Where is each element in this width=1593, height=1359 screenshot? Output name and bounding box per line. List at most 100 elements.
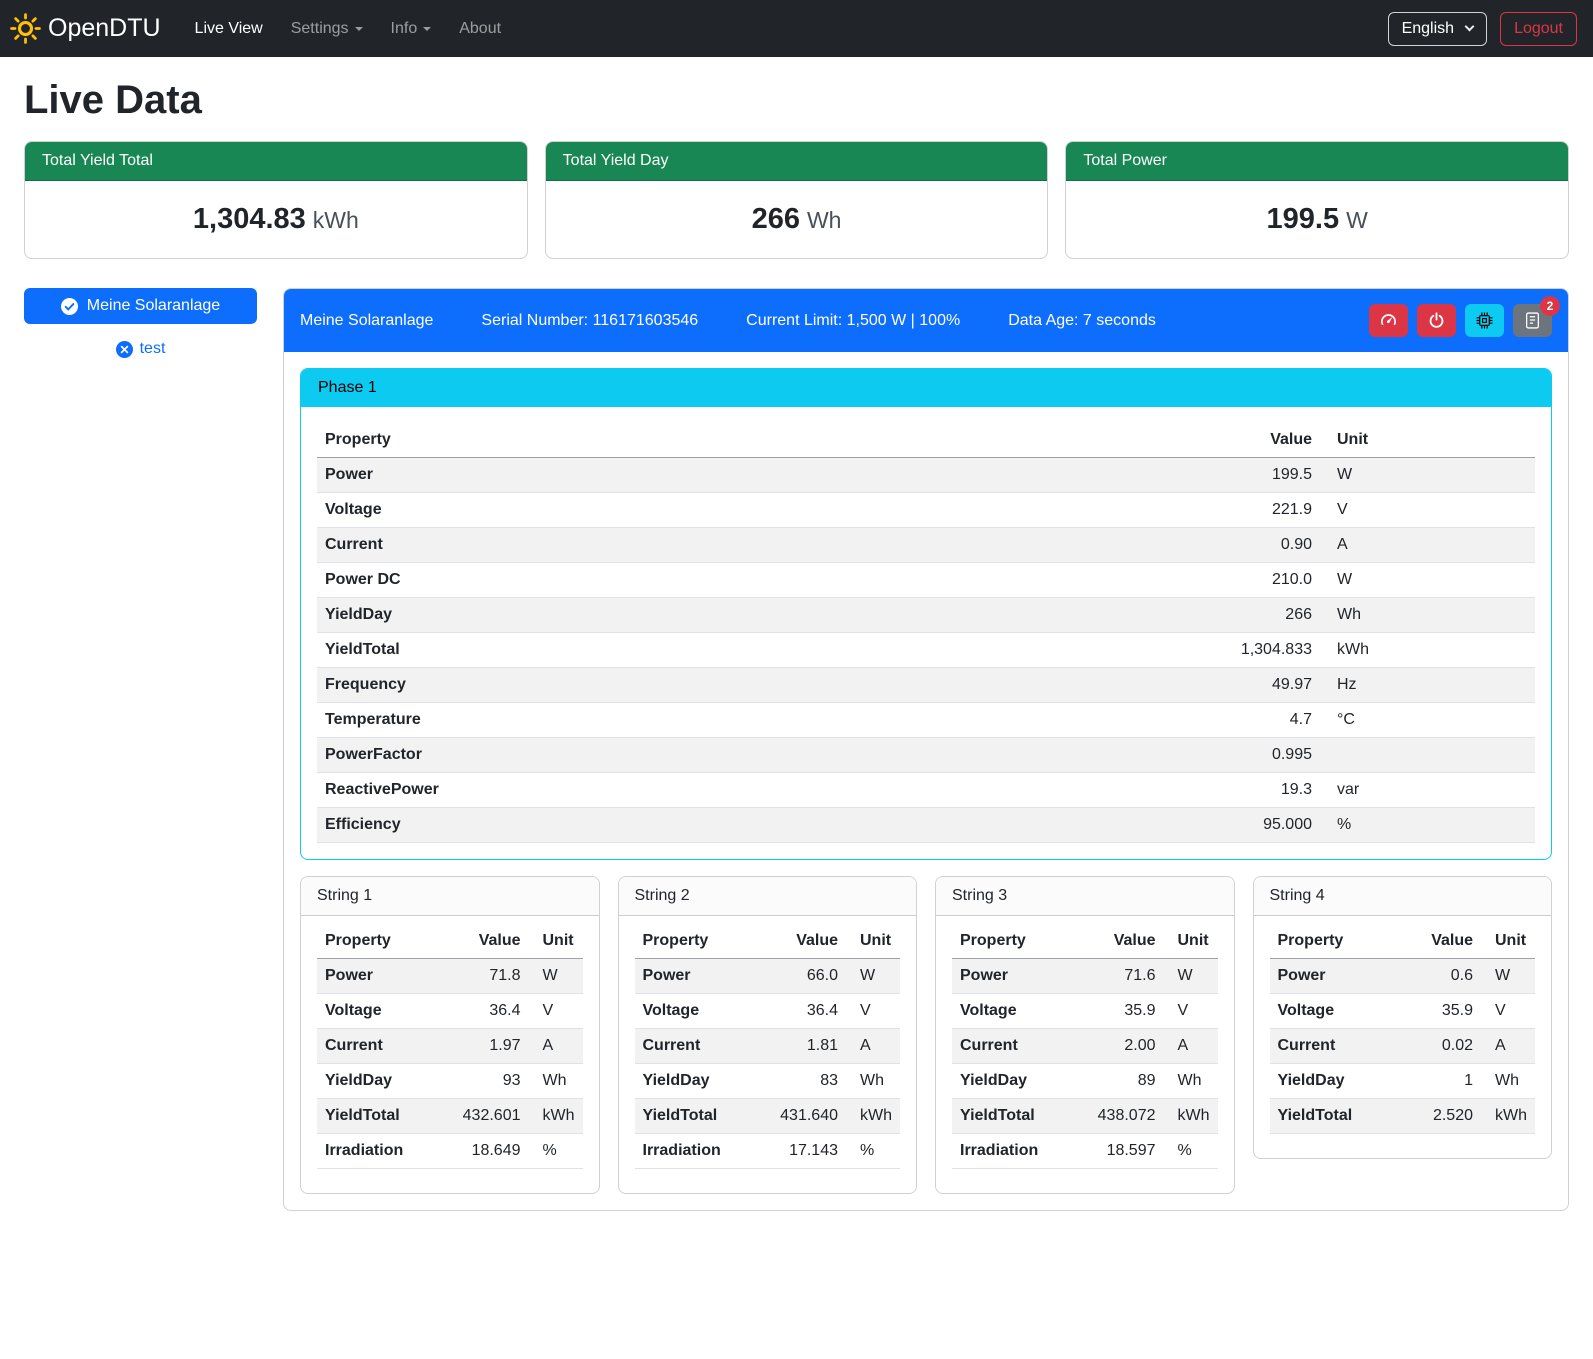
table-row: YieldDay89Wh (952, 1064, 1218, 1099)
col-header-unit: Unit (529, 924, 583, 959)
table-header-row: Property Value Unit (317, 924, 583, 959)
value-cell: 36.4 (454, 994, 529, 1029)
string-1-card: String 1 Property Value Unit (300, 876, 600, 1194)
property-cell: Temperature (317, 703, 1185, 738)
check-circle-icon (61, 298, 78, 315)
nav-settings-label: Settings (291, 20, 349, 37)
phase-table-head: Property Value Unit (317, 423, 1535, 458)
summary-cards-row: Total Yield Total 1,304.83kWh Total Yiel… (24, 141, 1569, 259)
unit-cell: V (1481, 994, 1535, 1029)
inverter-action-buttons: 2 (1369, 304, 1552, 337)
value-cell: 1.81 (771, 1029, 846, 1064)
property-cell: Irradiation (952, 1134, 1089, 1169)
table-row: Current0.90A (317, 528, 1535, 563)
table-row: Irradiation18.649% (317, 1134, 583, 1169)
string-table-body: Power66.0WVoltage36.4VCurrent1.81AYieldD… (635, 959, 901, 1169)
navbar-right: English Logout (1388, 12, 1577, 46)
value-cell: 83 (771, 1064, 846, 1099)
nav-info[interactable]: Info (379, 12, 444, 46)
property-cell: YieldDay (317, 1064, 454, 1099)
value-cell: 36.4 (771, 994, 846, 1029)
page-container: Live Data Total Yield Total 1,304.83kWh … (0, 78, 1593, 1239)
value-cell: 2.520 (1406, 1099, 1481, 1134)
nav-settings[interactable]: Settings (279, 12, 375, 46)
unit-cell: kWh (846, 1099, 900, 1134)
total-yield-total-card: Total Yield Total 1,304.83kWh (24, 141, 528, 259)
nav-about[interactable]: About (447, 12, 513, 46)
table-row: YieldTotal432.601kWh (317, 1099, 583, 1134)
event-log-button[interactable]: 2 (1513, 304, 1552, 337)
inverter-current-limit: Current Limit: 1,500 W | 100% (746, 312, 960, 330)
phase-card-body: Property Value Unit Power199.5WVoltage22… (301, 407, 1551, 859)
device-info-button[interactable] (1465, 304, 1504, 337)
test-link-label: test (140, 340, 166, 358)
table-row: Current1.81A (635, 1029, 901, 1064)
table-row: Power199.5W (317, 458, 1535, 493)
value-cell: 432.601 (454, 1099, 529, 1134)
table-header-row: Property Value Unit (317, 423, 1535, 458)
string-card-title: String 4 (1254, 877, 1552, 916)
table-row: Irradiation18.597% (952, 1134, 1218, 1169)
string-card-body: Property Value Unit Power0.6WVoltage35.9… (1254, 916, 1552, 1158)
value-cell: 71.6 (1089, 959, 1164, 994)
property-cell: Current (317, 1029, 454, 1064)
unit-cell: Hz (1320, 668, 1535, 703)
string-table-head: Property Value Unit (1270, 924, 1536, 959)
property-cell: PowerFactor (317, 738, 1185, 773)
chevron-down-icon (1465, 22, 1475, 32)
unit-cell: kWh (1164, 1099, 1218, 1134)
table-row: Voltage221.9V (317, 493, 1535, 528)
property-cell: YieldTotal (317, 633, 1185, 668)
summary-card-unit: W (1346, 207, 1368, 233)
summary-card-value: 199.5 (1267, 203, 1340, 235)
summary-card-body: 266Wh (546, 181, 1048, 258)
power-icon (1428, 312, 1445, 329)
value-cell: 266 (1185, 598, 1320, 633)
property-cell: Power (317, 458, 1185, 493)
unit-cell: V (1164, 994, 1218, 1029)
language-select[interactable]: English (1388, 12, 1487, 46)
value-cell: 1,304.833 (1185, 633, 1320, 668)
inverter-sidebar: Meine Solaranlage test (24, 288, 257, 358)
test-inverter-link[interactable]: test (24, 340, 257, 358)
value-cell: 1 (1406, 1064, 1481, 1099)
table-row: Temperature4.7°C (317, 703, 1535, 738)
table-row: YieldTotal2.520kWh (1270, 1099, 1536, 1134)
summary-card-unit: kWh (313, 207, 359, 233)
unit-cell: % (846, 1134, 900, 1169)
string-table-body: Power0.6WVoltage35.9VCurrent0.02AYieldDa… (1270, 959, 1536, 1134)
unit-cell: kWh (1320, 633, 1535, 668)
sun-icon (10, 13, 41, 44)
string-table: Property Value Unit Power0.6WVoltage35.9… (1270, 924, 1536, 1134)
unit-cell: W (1320, 458, 1535, 493)
inverter-select-button[interactable]: Meine Solaranlage (24, 288, 257, 324)
summary-card-title: Total Power (1066, 142, 1568, 181)
power-settings-button[interactable] (1417, 304, 1456, 337)
summary-card-title: Total Yield Total (25, 142, 527, 181)
unit-cell: A (1164, 1029, 1218, 1064)
table-row: Current1.97A (317, 1029, 583, 1064)
table-header-row: Property Value Unit (635, 924, 901, 959)
top-navbar: OpenDTU Live View Settings Info About En… (0, 0, 1593, 57)
total-yield-day-card: Total Yield Day 266Wh (545, 141, 1049, 259)
table-row: Power71.8W (317, 959, 583, 994)
property-cell: YieldTotal (635, 1099, 772, 1134)
table-row: ReactivePower19.3var (317, 773, 1535, 808)
logout-button[interactable]: Logout (1500, 12, 1577, 46)
inverter-serial-number: Serial Number: 116171603546 (481, 312, 698, 330)
col-header-unit: Unit (1320, 423, 1535, 458)
value-cell: 221.9 (1185, 493, 1320, 528)
property-cell: Frequency (317, 668, 1185, 703)
unit-cell: Wh (1164, 1064, 1218, 1099)
brand[interactable]: OpenDTU (10, 13, 161, 44)
unit-cell: W (846, 959, 900, 994)
table-row: YieldTotal438.072kWh (952, 1099, 1218, 1134)
journal-icon (1524, 312, 1541, 329)
phase-card-title: Phase 1 (301, 369, 1551, 407)
property-cell: Power (952, 959, 1089, 994)
unit-cell: Wh (1481, 1064, 1535, 1099)
limit-settings-button[interactable] (1369, 304, 1408, 337)
nav-live-view[interactable]: Live View (183, 12, 275, 46)
col-header-value: Value (1089, 924, 1164, 959)
value-cell: 19.3 (1185, 773, 1320, 808)
